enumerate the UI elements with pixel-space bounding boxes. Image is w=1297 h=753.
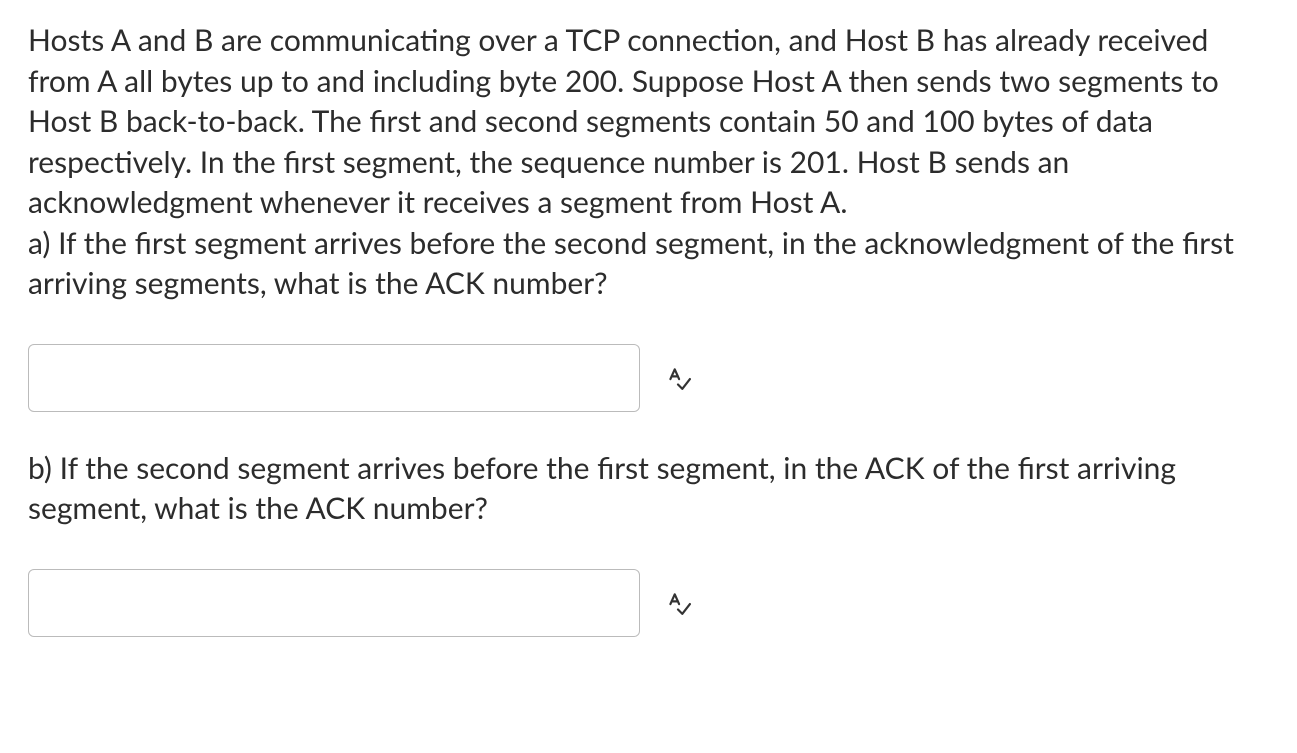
answer-group-a (28, 344, 1269, 412)
answer-input-a[interactable] (28, 344, 640, 412)
answer-input-b[interactable] (28, 569, 640, 637)
answer-group-b (28, 569, 1269, 637)
question-intro-text: Hosts A and B are communicating over a T… (28, 22, 1219, 220)
question-part-b-text: b) If the second segment arrives before … (28, 450, 1176, 527)
question-intro: Hosts A and B are communicating over a T… (28, 20, 1269, 304)
question-part-b: b) If the second segment arrives before … (28, 448, 1269, 529)
spellcheck-icon (664, 364, 692, 392)
spellcheck-icon (664, 589, 692, 617)
question-part-a-text: a) If the first segment arrives before t… (28, 225, 1234, 302)
